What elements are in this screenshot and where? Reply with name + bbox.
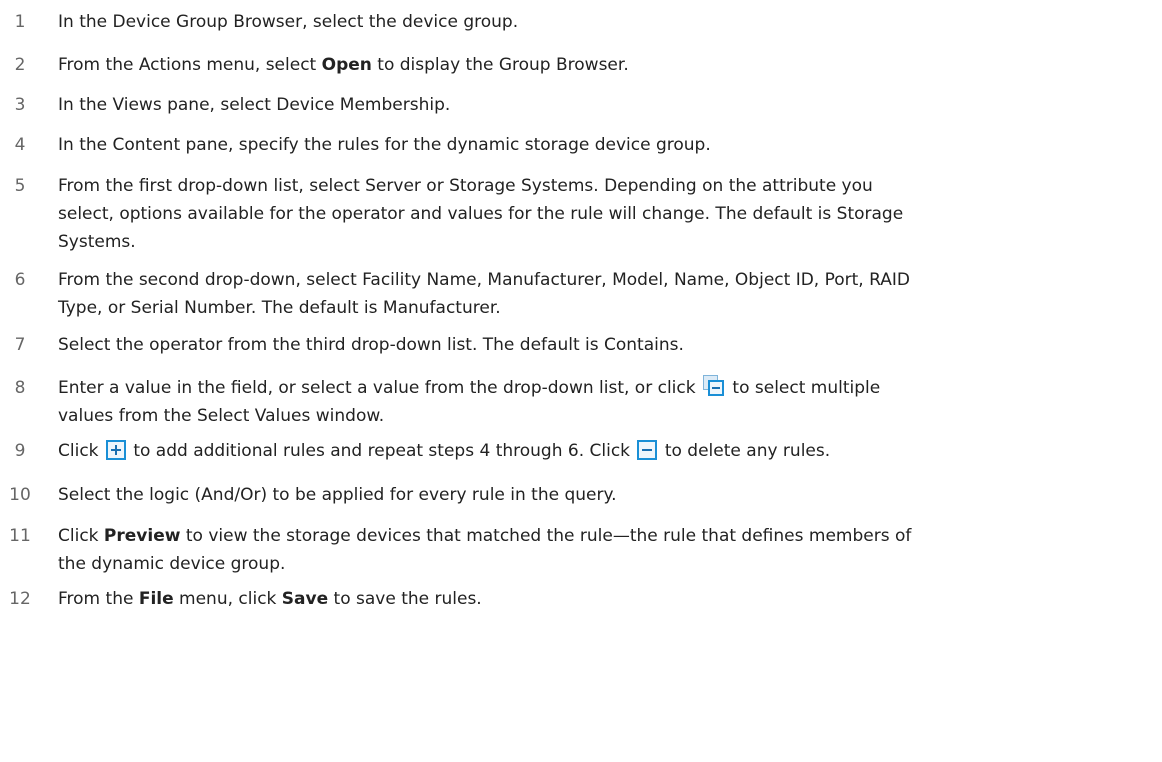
step-text: Click to add additional rules and repeat… [58, 437, 1158, 465]
step-text-segment: menu, click [173, 589, 282, 609]
step-text-segment: values from the Select Values window. [58, 406, 385, 426]
step-text-segment: to add additional rules and repeat steps… [127, 441, 636, 461]
step-text-segment: From the second drop-down, select Facili… [58, 270, 910, 290]
step-text-segment: In the Device Group Browser, select the … [58, 12, 519, 32]
step-number: 5 [14, 176, 26, 196]
step-text: From the second drop-down, select Facili… [58, 266, 1158, 322]
step-text-segment: to display the Group Browser. [371, 55, 629, 75]
step-number: 3 [14, 95, 26, 115]
step-text: In the Device Group Browser, select the … [58, 8, 1158, 36]
add-rule-icon [105, 440, 126, 460]
step-text-segment: Select the logic (And/Or) to be applied … [58, 485, 617, 505]
step-text-segment: In the Views pane, select Device Members… [58, 95, 451, 115]
step-number: 6 [14, 270, 26, 290]
step-text-segment: Select the operator from the third drop-… [58, 335, 684, 355]
bold-term: Save [281, 589, 329, 609]
delete-rule-icon [637, 440, 658, 460]
step-text: Select the logic (And/Or) to be applied … [58, 481, 1158, 509]
step-text: From the File menu, click Save to save t… [58, 585, 1158, 613]
step-number: 2 [14, 55, 26, 75]
step-number: 9 [14, 441, 26, 461]
step-text-segment: to save the rules. [328, 589, 482, 609]
step-number: 4 [14, 135, 26, 155]
step-text-segment: to view the storage devices that matched… [180, 526, 912, 546]
step-text: From the Actions menu, select Open to di… [58, 51, 1158, 79]
step-text: Select the operator from the third drop-… [58, 331, 1158, 359]
step-text-segment: Type, or Serial Number. The default is M… [58, 298, 501, 318]
step-text-segment: From the first drop-down list, select Se… [58, 176, 873, 196]
step-text-segment: From the Actions menu, select [58, 55, 322, 75]
step-number: 1 [14, 12, 26, 32]
step-number: 11 [9, 526, 31, 546]
step-text-segment: In the Content pane, specify the rules f… [58, 135, 711, 155]
step-text: From the first drop-down list, select Se… [58, 172, 1158, 256]
step-number: 7 [14, 335, 26, 355]
step-number: 8 [14, 378, 26, 398]
step-text-segment: Click [58, 441, 104, 461]
step-number: 12 [9, 589, 31, 609]
procedure-steps: 1 In the Device Group Browser, select the… [0, 0, 1162, 762]
step-text-segment: select, options available for the operat… [58, 204, 904, 224]
step-text: Click Preview to view the storage device… [58, 522, 1158, 578]
step-text-segment: to delete any rules. [659, 441, 831, 461]
step-text-segment: Enter a value in the field, or select a … [58, 378, 701, 398]
step-text: In the Views pane, select Device Members… [58, 91, 1158, 119]
step-text-segment: the dynamic device group. [58, 554, 286, 574]
step-text: Enter a value in the field, or select a … [58, 374, 1158, 430]
bold-term: File [138, 589, 174, 609]
step-text-segment: to select multiple [727, 378, 881, 398]
bold-term: Open [321, 55, 372, 75]
step-text-segment: From the [58, 589, 139, 609]
select-multiple-values-icon [703, 375, 725, 397]
step-text-segment: Click [58, 526, 104, 546]
step-number: 10 [9, 485, 31, 505]
bold-term: Preview [103, 526, 181, 546]
step-text: In the Content pane, specify the rules f… [58, 131, 1158, 159]
step-text-segment: Systems. [58, 232, 136, 252]
